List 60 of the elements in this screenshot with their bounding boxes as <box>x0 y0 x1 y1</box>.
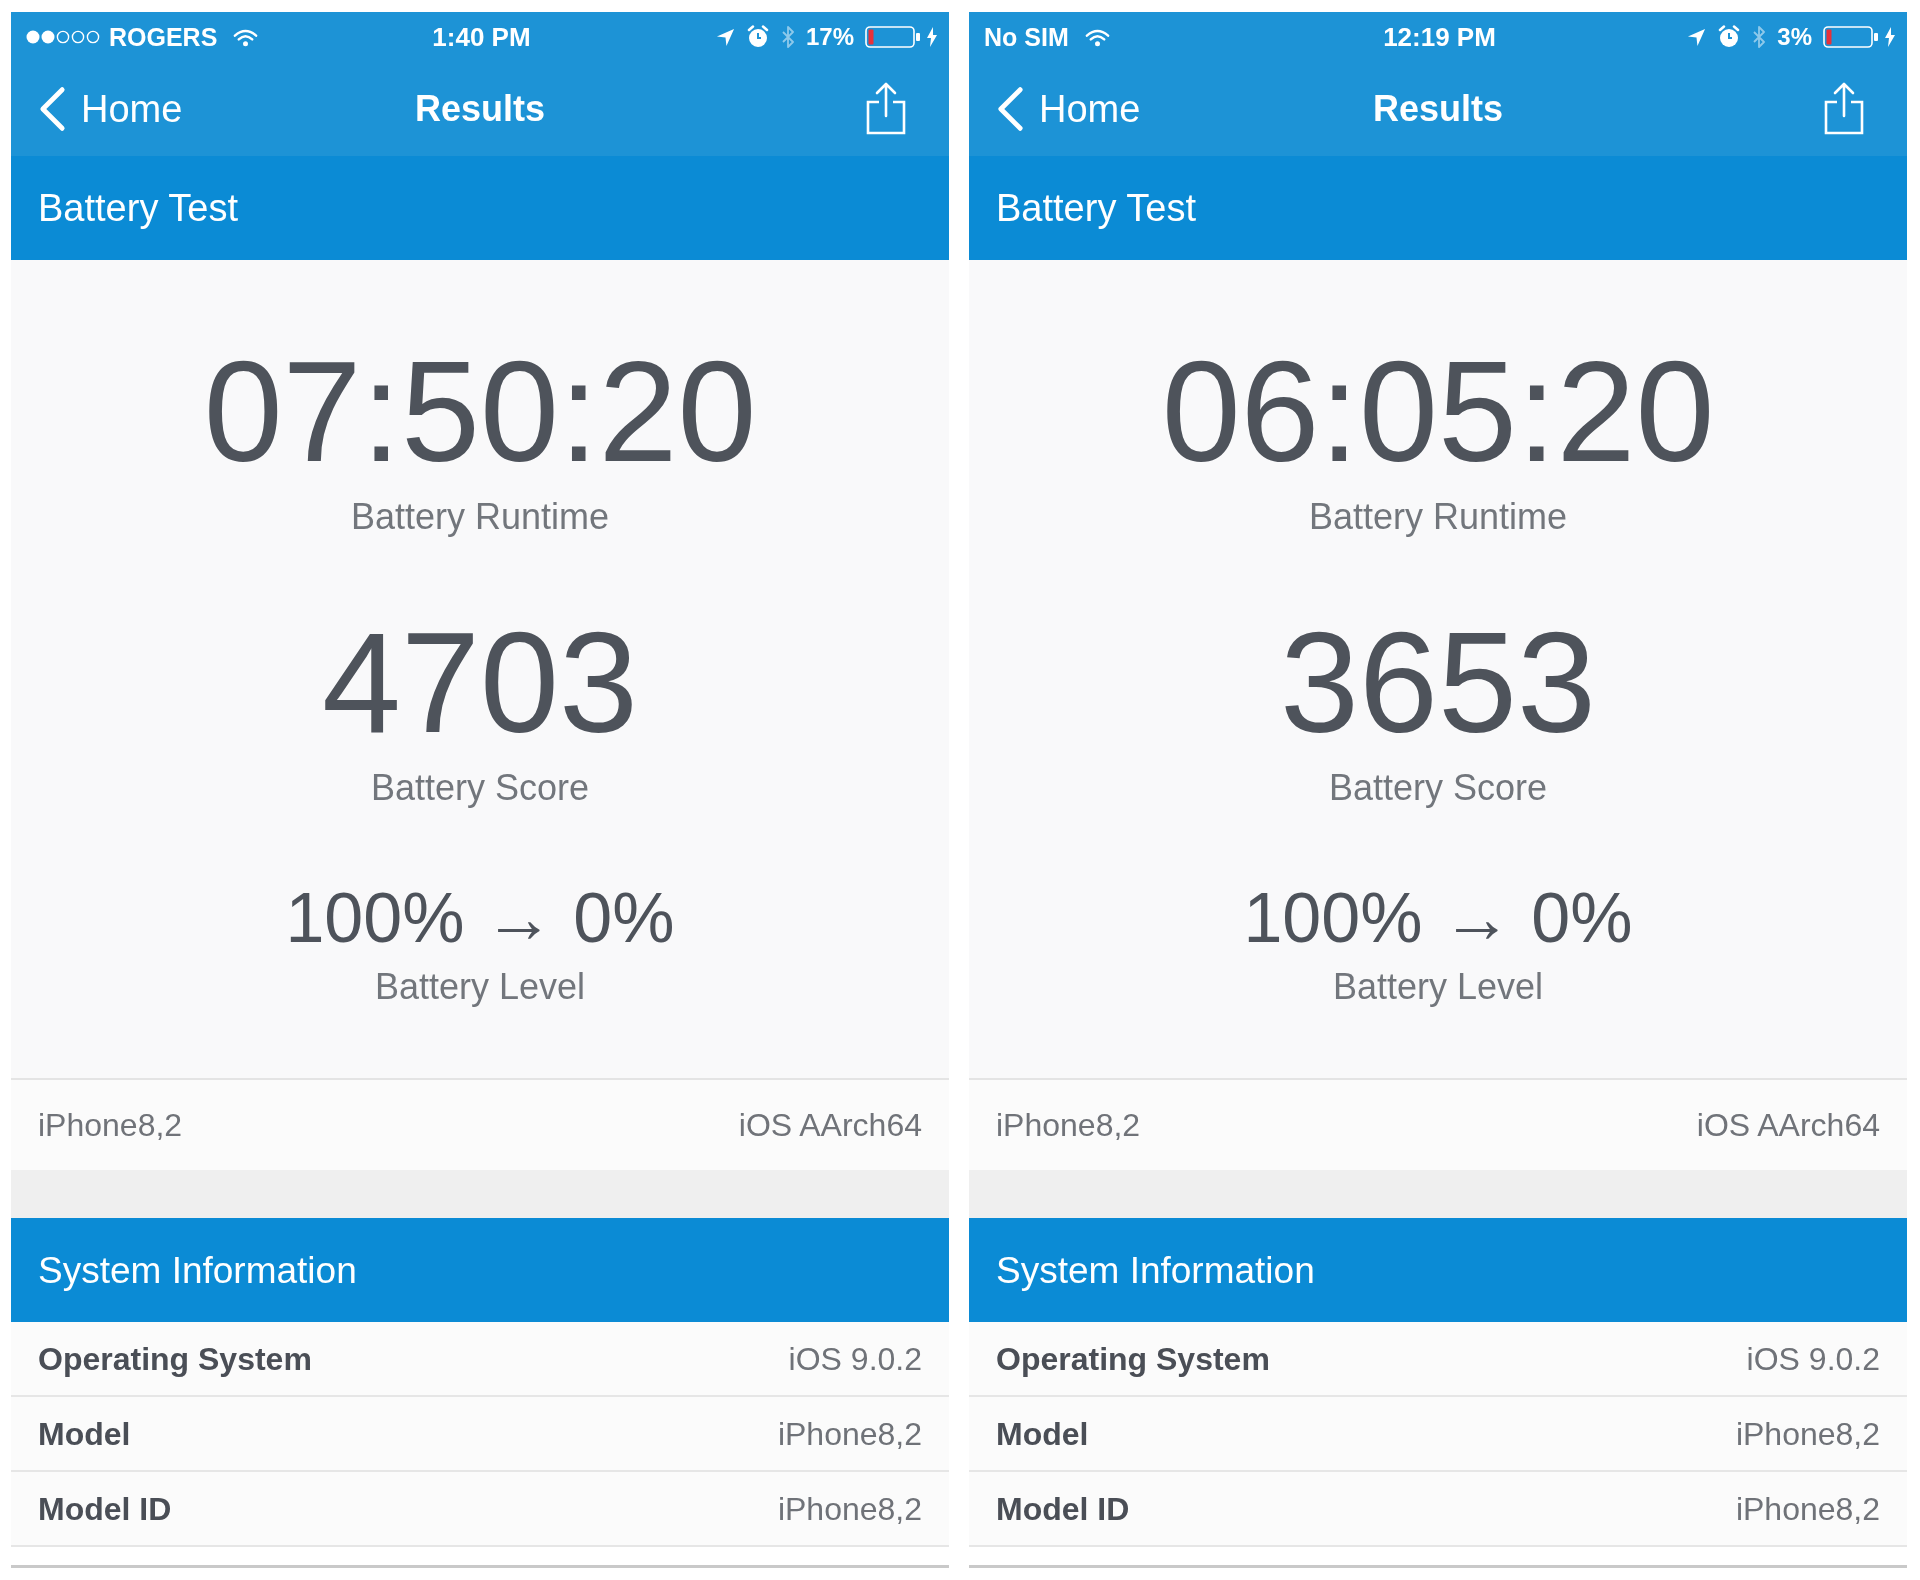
metric-value: 06:05:20 <box>1161 341 1715 483</box>
bluetooth-icon <box>1752 25 1767 49</box>
battery-icon <box>865 26 921 48</box>
status-time: 12:19 PM <box>1383 24 1496 50</box>
platform-name: iOS AArch64 <box>1696 1109 1880 1141</box>
share-icon <box>1823 82 1865 136</box>
platform-name: iOS AArch64 <box>738 1109 922 1141</box>
info-value: iOS 9.0.2 <box>1746 1342 1880 1375</box>
screen-title: Results <box>1372 91 1503 127</box>
device-name: iPhone8,2 <box>996 1109 1141 1141</box>
chevron-left-icon <box>38 86 67 132</box>
metric-label: Battery Runtime <box>1308 499 1568 535</box>
share-button[interactable] <box>865 82 907 136</box>
charging-bolt-icon <box>1885 27 1895 47</box>
metric-value: 100% → 0% <box>1243 883 1633 953</box>
info-value: iPhone8,2 <box>777 1492 922 1525</box>
carrier-name: No SIM <box>984 24 1069 50</box>
section-title: Battery Test <box>38 189 238 227</box>
back-button[interactable]: Home <box>38 86 183 132</box>
info-value: iPhone8,2 <box>777 1417 922 1450</box>
alarm-clock-icon <box>745 25 770 49</box>
carrier-name: ROGERS <box>109 24 218 50</box>
wifi-icon <box>1084 27 1110 47</box>
section-title: Battery Test <box>996 189 1196 227</box>
metric-label: Battery Score <box>1328 770 1548 806</box>
device-name: iPhone8,2 <box>38 1109 183 1141</box>
metric-value: 100% → 0% <box>285 883 675 953</box>
metric-label: Battery Level <box>374 969 586 1005</box>
metric-value: 4703 <box>322 612 638 754</box>
info-value: iOS 9.0.2 <box>788 1342 922 1375</box>
metric-label: Battery Level <box>1332 969 1544 1005</box>
info-label: Model <box>996 1417 1089 1450</box>
info-label: Model ID <box>996 1492 1130 1525</box>
bluetooth-icon <box>780 25 795 49</box>
info-value: iPhone8,2 <box>1735 1417 1880 1450</box>
info-label: Model ID <box>38 1492 172 1525</box>
alarm-clock-icon <box>1717 25 1742 49</box>
info-value: iPhone8,2 <box>1735 1492 1880 1525</box>
wifi-icon <box>233 27 259 47</box>
chevron-left-icon <box>996 86 1025 132</box>
share-icon <box>865 82 907 136</box>
metric-label: Battery Runtime <box>350 499 610 535</box>
share-button[interactable] <box>1823 82 1865 136</box>
battery-icon <box>1823 26 1879 48</box>
info-label: Model <box>38 1417 131 1450</box>
location-arrow-icon <box>715 27 735 47</box>
metric-label: Battery Score <box>370 770 590 806</box>
battery-percentage: 17% <box>805 25 854 49</box>
charging-bolt-icon <box>927 27 937 47</box>
battery-percentage: 3% <box>1777 25 1812 49</box>
metric-value: 3653 <box>1280 612 1596 754</box>
info-label: Operating System <box>38 1342 312 1375</box>
screen-title: Results <box>414 91 545 127</box>
metric-value: 07:50:20 <box>203 341 757 483</box>
status-time: 1:40 PM <box>432 24 531 50</box>
section-title: System Information <box>996 1251 1315 1289</box>
info-label: Operating System <box>996 1342 1270 1375</box>
back-button[interactable]: Home <box>996 86 1141 132</box>
location-arrow-icon <box>1687 27 1707 47</box>
section-title: System Information <box>38 1251 357 1289</box>
